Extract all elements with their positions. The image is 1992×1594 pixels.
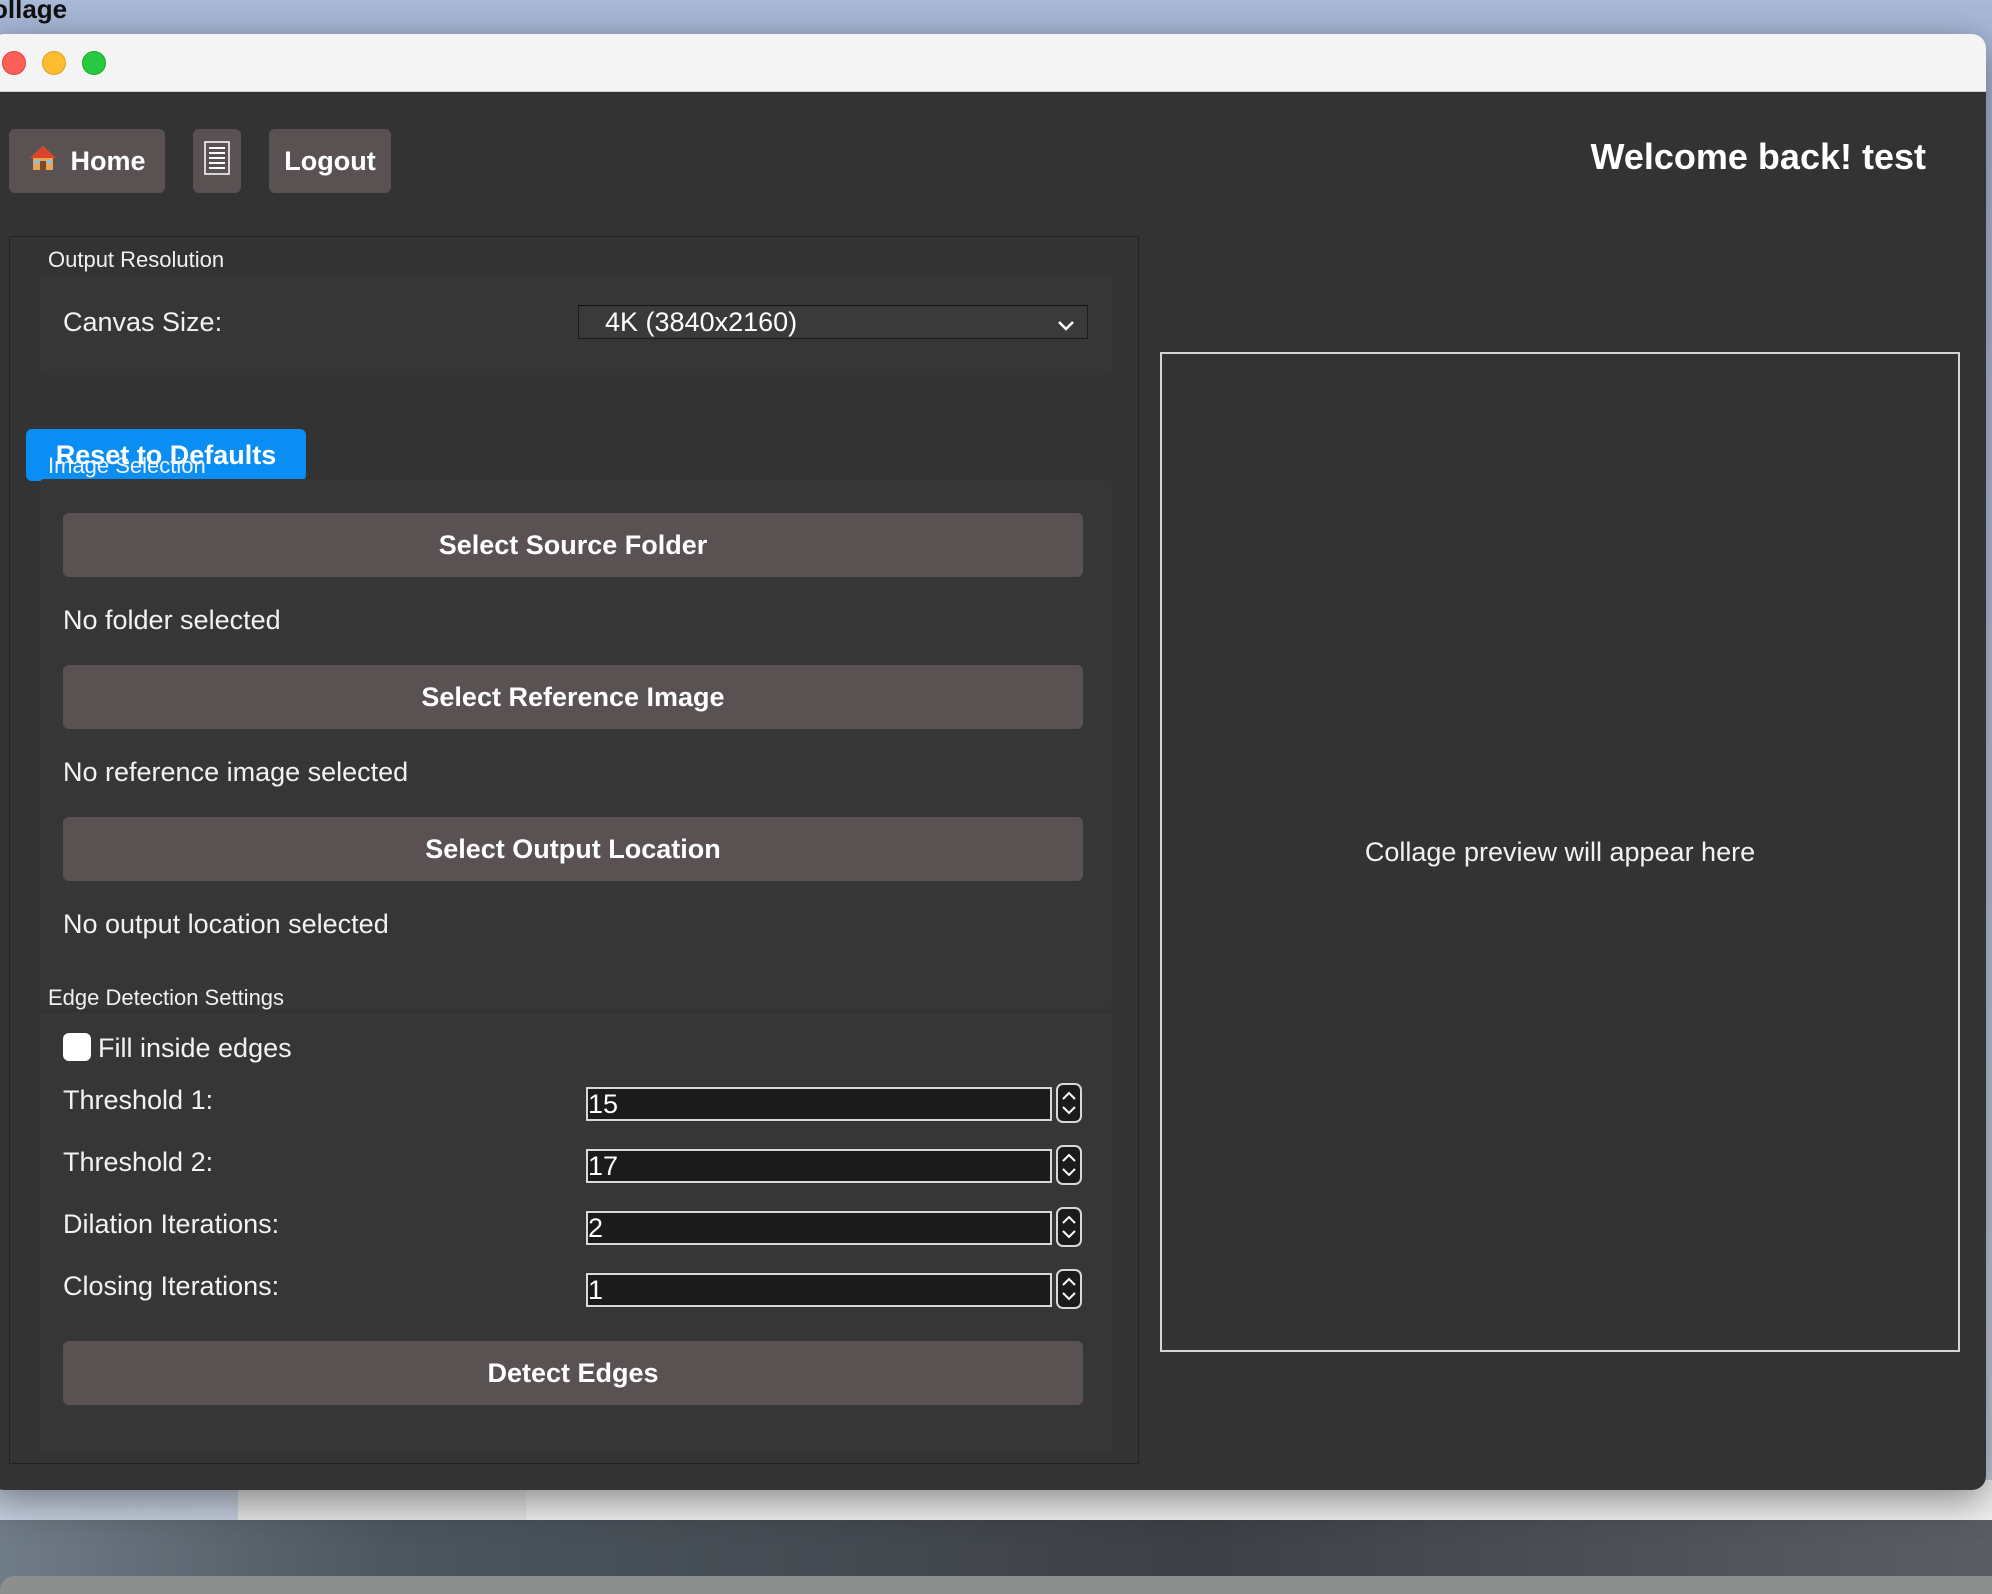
minimize-window-button[interactable]	[42, 51, 66, 75]
list-icon	[204, 140, 230, 182]
fill-inside-edges-label: Fill inside edges	[98, 1033, 292, 1063]
dilation-iterations-input[interactable]: 2	[586, 1211, 1052, 1245]
dilation-iterations-stepper[interactable]	[1056, 1207, 1082, 1247]
select-source-folder-button[interactable]: Select Source Folder	[63, 513, 1083, 577]
home-button[interactable]: Home	[9, 129, 165, 193]
preview-placeholder: Collage preview will appear here	[1364, 836, 1756, 867]
select-reference-image-button[interactable]: Select Reference Image	[63, 665, 1083, 729]
chevron-down-icon	[1055, 312, 1077, 343]
welcome-message: Welcome back! test	[1590, 136, 1926, 177]
select-output-location-button[interactable]: Select Output Location	[63, 817, 1083, 881]
threshold2-stepper[interactable]	[1056, 1145, 1082, 1185]
canvas-size-value: 4K (3840x2160)	[605, 306, 798, 337]
threshold1-stepper[interactable]	[1056, 1083, 1082, 1123]
reference-image-status: No reference image selected	[63, 757, 409, 787]
maximize-window-button[interactable]	[82, 51, 106, 75]
closing-iterations-label: Closing Iterations:	[63, 1271, 280, 1301]
output-resolution-title: Output Resolution	[48, 247, 225, 272]
edge-detection-title: Edge Detection Settings	[48, 985, 285, 1010]
detect-edges-button[interactable]: Detect Edges	[63, 1341, 1083, 1405]
threshold1-input[interactable]: 15	[586, 1087, 1052, 1121]
source-folder-status: No folder selected	[63, 605, 281, 635]
canvas-size-label: Canvas Size:	[63, 307, 223, 337]
menu-button[interactable]	[193, 129, 241, 193]
settings-panel: Output Resolution Canvas Size: 4K (3840x…	[9, 236, 1139, 1464]
home-icon	[28, 143, 58, 180]
desktop-app-title: ollage	[0, 0, 68, 24]
canvas-size-select[interactable]: 4K (3840x2160)	[578, 305, 1088, 339]
background-window-edge	[0, 1576, 1992, 1594]
image-selection-title: Image Selection	[48, 453, 206, 478]
closing-iterations-input[interactable]: 1	[586, 1273, 1052, 1307]
threshold2-input[interactable]: 17	[586, 1149, 1052, 1183]
output-location-status: No output location selected	[63, 909, 389, 939]
threshold2-label: Threshold 2:	[63, 1147, 214, 1177]
home-label: Home	[70, 145, 146, 176]
close-window-button[interactable]	[2, 51, 26, 75]
title-bar	[0, 34, 1986, 92]
fill-inside-edges-checkbox[interactable]	[63, 1033, 91, 1061]
dilation-iterations-label: Dilation Iterations:	[63, 1209, 280, 1239]
collage-preview-area: Collage preview will appear here	[1160, 352, 1960, 1352]
logout-button[interactable]: Logout	[269, 129, 391, 193]
threshold1-label: Threshold 1:	[63, 1085, 214, 1115]
app-window: Home Logout Welcome back! test Output Re…	[0, 34, 1986, 1490]
closing-iterations-stepper[interactable]	[1056, 1269, 1082, 1309]
output-resolution-group: Canvas Size: 4K (3840x2160)	[40, 275, 1112, 375]
